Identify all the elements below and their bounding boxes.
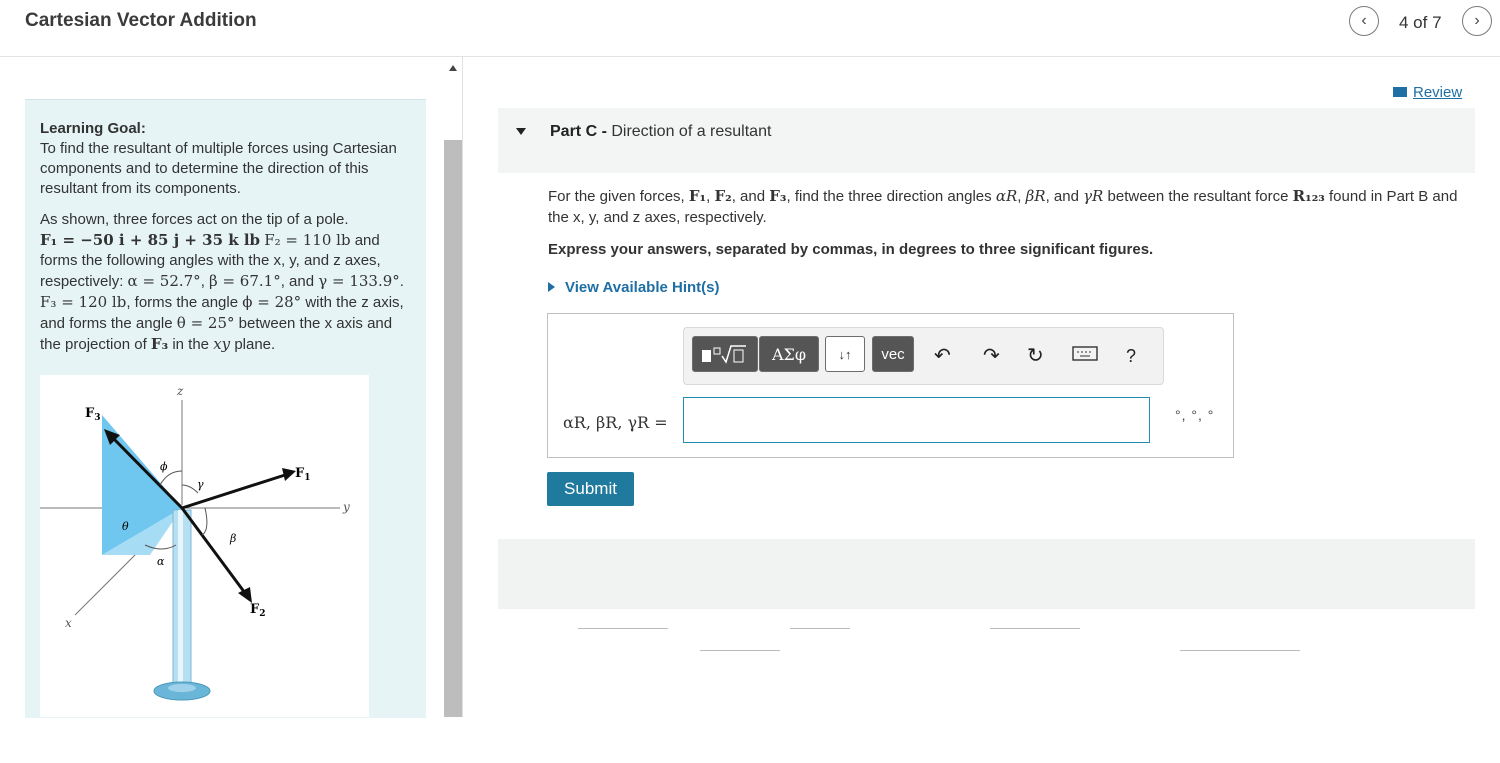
help-icon[interactable]: ? [1126, 346, 1136, 366]
part-separator: - [597, 123, 612, 140]
units-label: °, °, ° [1175, 407, 1215, 423]
updown-arrows-icon: ↓↑ [838, 346, 852, 362]
f1-arrowhead [282, 468, 296, 481]
phi-arc [159, 470, 183, 486]
gamma-arc [181, 484, 199, 494]
gamma-label: γ [197, 478, 204, 491]
prompt-f2: F₂ [714, 187, 732, 205]
next-button[interactable]: › [1462, 6, 1492, 36]
header-bar: Cartesian Vector Addition ‹ 4 of 7 › [0, 0, 1500, 57]
f2-label: F2 [250, 602, 266, 619]
f2-arrowhead [238, 587, 252, 603]
collapse-caret-icon[interactable] [516, 128, 526, 135]
answer-input[interactable] [683, 397, 1150, 443]
prompt-text-b: , find the three direction angles [786, 188, 992, 205]
book-icon [1393, 87, 1407, 97]
part-title: Part C - Direction of a resultant [550, 123, 771, 141]
prompt-gamma-r: γR [1083, 187, 1104, 205]
problem-statement: As shown, three forces act on the tip of… [40, 211, 404, 353]
submit-button[interactable]: Submit [547, 472, 634, 506]
f1-label: F1 [295, 466, 311, 483]
greek-symbols-button[interactable]: ΑΣφ [759, 336, 819, 372]
part-label: Part C [550, 123, 598, 140]
instructions: Express your answers, separated by comma… [548, 241, 1154, 258]
templates-icon [702, 345, 746, 364]
vector-button[interactable]: vec [872, 336, 914, 372]
gamma-value: γ = 133.9° [318, 272, 400, 290]
plane-text: in the [172, 336, 210, 353]
review-link[interactable]: Review [1393, 84, 1462, 101]
faint-line [700, 650, 780, 651]
faint-line [790, 628, 850, 629]
view-hints-link[interactable]: View Available Hint(s) [548, 279, 720, 296]
alpha-value: α = 52.7° [127, 272, 201, 290]
faint-line [1180, 650, 1300, 651]
page-counter: 4 of 7 [1399, 13, 1442, 32]
phi-label: ϕ [160, 460, 168, 473]
faint-line [990, 628, 1080, 629]
plane-end: plane. [234, 336, 276, 353]
prompt-alpha-r: αR [995, 187, 1018, 205]
prompt-text-a: For the given forces, [548, 188, 685, 205]
learning-goal-text: To find the resultant of multiple forces… [40, 140, 397, 197]
undo-icon[interactable]: ↶ [934, 346, 951, 366]
theta-value: θ = 25° [176, 314, 235, 332]
templates-button[interactable] [692, 336, 758, 372]
f3-text: , forms the angle [126, 294, 239, 311]
force-diagram: F3 F1 F2 z y x ϕ γ β θ α [40, 375, 369, 717]
f3-expression: F₃ = 120 lb [40, 293, 127, 311]
f1-expression: F₁ = −50 i + 85 j + 35 k lb [40, 231, 261, 249]
prompt-beta-r: βR [1025, 187, 1046, 205]
beta-arc [201, 507, 208, 536]
scroll-up-arrow-icon[interactable] [449, 65, 457, 71]
redo-icon[interactable]: ↷ [983, 346, 1000, 366]
chevron-right-icon: › [1474, 12, 1480, 29]
greek-label: ΑΣφ [771, 344, 807, 364]
reset-icon[interactable]: ↻ [1027, 346, 1044, 366]
answer-box: ΑΣφ ↓↑ vec ↶ ↷ ↻ ? αR, βR, γR = °, °, ° [547, 313, 1234, 458]
learning-goal-heading: Learning Goal: [40, 120, 146, 137]
prompt-and: , and [731, 188, 766, 205]
vec-label: vec [881, 345, 905, 363]
hint-label: View Available Hint(s) [565, 279, 720, 296]
f3-symbol: F₃ [150, 335, 169, 353]
divider [462, 57, 463, 717]
learning-goal-block: Learning Goal: To find the resultant of … [40, 119, 410, 199]
question-prompt: For the given forces, F₁, F₂, and F₃, fi… [548, 187, 1458, 226]
obscured-region [498, 539, 1475, 609]
part-header[interactable]: Part C - Direction of a resultant [498, 108, 1475, 173]
part-subtitle: Direction of a resultant [611, 123, 772, 140]
force-diagram-svg: F3 F1 F2 z y x ϕ γ β θ α [40, 384, 350, 701]
answer-label: αR, βR, γR = [563, 413, 668, 432]
phi-value: ϕ = 28° [242, 293, 302, 311]
pole-base-top [168, 684, 196, 692]
math-toolbar: ΑΣφ ↓↑ vec ↶ ↷ ↻ ? [683, 327, 1164, 385]
chevron-left-icon: ‹ [1361, 12, 1367, 29]
z-label: z [176, 384, 184, 398]
f3-label: F3 [85, 406, 101, 423]
beta-label: β [229, 532, 236, 545]
pole-highlight [178, 510, 183, 690]
expand-triangle-icon [548, 282, 555, 292]
f2-expression: F₂ = 110 lb [264, 231, 351, 249]
faint-line [578, 628, 668, 629]
intro-text: As shown, three forces act on the tip of… [40, 211, 349, 228]
prompt-text-c: between the resultant force [1107, 188, 1289, 205]
beta-value: β = 67.1° [209, 272, 281, 290]
scrollbar-thumb[interactable] [444, 140, 462, 717]
x-label: x [65, 616, 72, 630]
panel-splitter[interactable] [444, 57, 463, 717]
alpha-label: α [157, 555, 165, 568]
prompt-f3: F₃ [769, 187, 787, 205]
page-title: Cartesian Vector Addition [25, 10, 257, 31]
subscript-button[interactable]: ↓↑ [825, 336, 865, 372]
prev-button[interactable]: ‹ [1349, 6, 1379, 36]
prompt-f1: F₁ [688, 187, 707, 205]
keyboard-icon[interactable] [1072, 344, 1098, 366]
review-label: Review [1413, 84, 1463, 101]
theta-label: θ [122, 520, 129, 533]
prompt-r123: R₁₂₃ [1292, 187, 1325, 205]
y-label: y [342, 500, 350, 514]
plane-symbol: xy [213, 335, 231, 353]
